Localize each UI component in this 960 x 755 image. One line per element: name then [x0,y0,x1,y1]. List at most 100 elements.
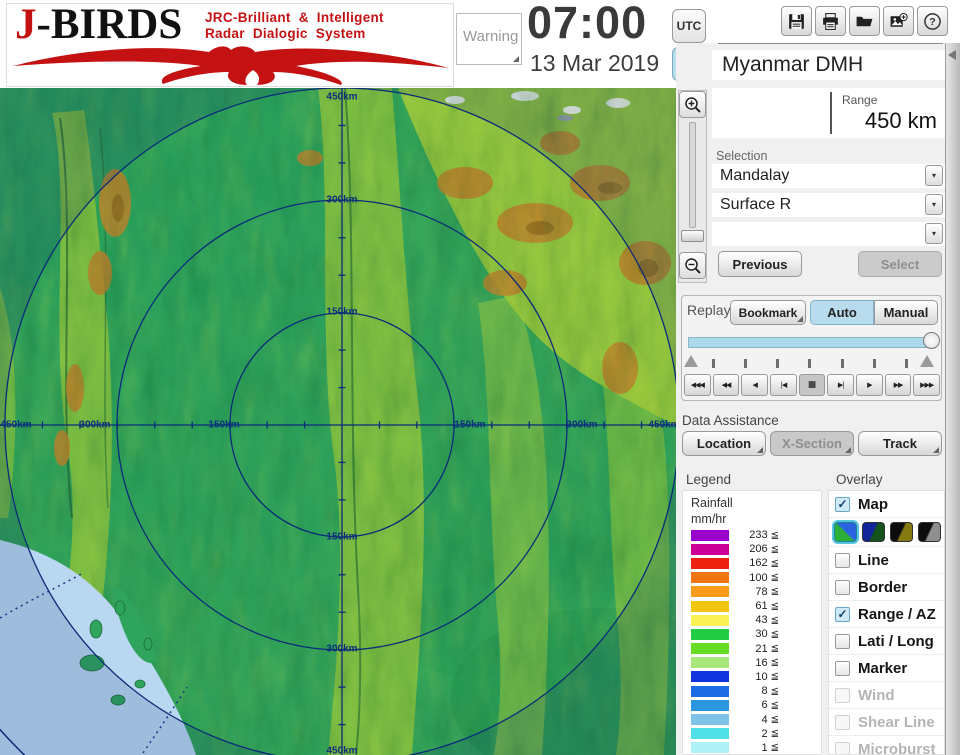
map-style-1[interactable] [862,522,885,542]
print-button[interactable] [815,6,846,36]
zoom-in-button[interactable] [679,91,706,118]
selection-label: Selection [716,149,768,163]
overlay-item-label: Wind [858,686,895,704]
legend-row: 21 ≦ [683,642,821,656]
range-divider [830,92,832,134]
warning-selector[interactable]: Warning [456,13,522,65]
overlay-item-lati-long[interactable]: Lati / Long [829,627,944,654]
select-button[interactable]: Select [858,251,942,277]
radar-map[interactable]: 450km 300km 150km 150km 300km 450km 450km 300km… [0,88,676,755]
data-assistance-label: Data Assistance [682,413,779,428]
jump-end-button[interactable]: ▶▶▶ [913,374,941,396]
clock-time: 07:00 [527,0,648,48]
help-button[interactable]: ? [917,6,948,36]
selection-dropdown-0[interactable]: Mandalay ▾ [712,164,945,188]
bookmark-button[interactable]: Bookmark [730,300,806,325]
less-equal-symbol: ≦ [770,572,779,584]
legend-row: 30 ≦ [683,627,821,641]
map-style-0[interactable] [834,522,857,542]
zoom-out-button[interactable] [679,252,706,279]
replay-slider-thumb[interactable] [923,332,940,349]
warning-label: Warning [463,28,519,45]
previous-button[interactable]: Previous [718,251,802,277]
overlay-label: Overlay [836,472,883,487]
ring-label: 450km [648,419,676,431]
less-equal-symbol: ≦ [770,714,779,726]
map-style-2[interactable] [890,522,913,542]
save-button[interactable] [781,6,812,36]
overlay-item-border[interactable]: Border [829,573,944,600]
open-folder-button[interactable] [849,6,880,36]
legend-value: 100 [749,571,768,584]
play-reverse-button[interactable]: ◀ [741,374,769,396]
legend-panel: Rainfall mm/hr 233 ≦ 206 ≦ 162 ≦ 100 ≦ 78 ≦ 61 ≦ 43 ≦… [682,490,822,755]
overlay-item-line[interactable]: Line [829,546,944,573]
legend-color-swatch [691,657,729,669]
replay-label: Replay [687,302,731,318]
legend-row: 100 ≦ [683,571,821,585]
corner-fold-icon [845,447,851,453]
legend-color-swatch [691,714,729,726]
timezone-utc-button[interactable]: UTC [672,9,706,43]
track-button[interactable]: Track [858,431,942,456]
slider-tick [872,358,876,368]
checkbox[interactable] [835,660,850,676]
legend-title: Rainfall mm/hr [691,496,733,526]
legend-value: 10 [755,670,768,683]
corner-fold-icon [933,447,939,453]
chevron-down-icon[interactable]: ▾ [925,223,943,244]
range-label: Range [842,93,878,107]
overlay-item-label: Shear Line [858,713,935,731]
slider-tick [808,358,812,368]
legend-value: 4 [761,713,768,726]
legend-value: 21 [755,642,768,655]
less-equal-symbol: ≦ [770,543,779,555]
legend-row: 10 ≦ [683,670,821,684]
replay-slider-ticks [712,358,908,368]
panel-edge-strip[interactable] [945,43,960,755]
checkbox[interactable]: ✓ [835,606,850,622]
legend-row: 61 ≦ [683,599,821,613]
manual-button[interactable]: Manual [874,300,938,325]
chevron-down-icon[interactable]: ▾ [925,194,943,215]
replay-slider-track[interactable] [688,337,934,348]
jump-start-button[interactable]: ◀◀◀ [684,374,711,396]
chevron-down-icon[interactable]: ▾ [925,165,943,186]
add-image-button[interactable] [883,6,914,36]
overlay-item-range-az[interactable]: ✓ Range / AZ [829,600,944,627]
legend-row: 206 ≦ [683,542,821,556]
less-equal-symbol: ≦ [770,742,779,754]
overlay-item-marker[interactable]: Marker [829,654,944,681]
map-style-options [829,517,944,546]
step-back-button[interactable]: |◀ [770,374,797,396]
zoom-slider-thumb[interactable] [681,230,704,242]
panel-collapse-icon[interactable] [948,50,956,60]
map-style-3[interactable] [918,522,941,542]
overlay-item-map[interactable]: ✓ Map [829,491,944,517]
x-section-button[interactable]: X-Section [770,431,854,456]
slider-tick [776,358,780,368]
location-button[interactable]: Location [682,431,766,456]
checkbox[interactable] [835,687,850,703]
checkbox[interactable] [835,714,850,730]
zoom-slider-track[interactable] [689,122,696,228]
overlay-item-label: Microburst [858,740,936,755]
overlay-item-label: Line [858,551,889,569]
fast-rewind-button[interactable]: ◀◀ [712,374,740,396]
legend-row: 16 ≦ [683,656,821,670]
checkbox[interactable]: ✓ [835,496,850,512]
selection-dropdown-1[interactable]: Surface R ▾ [712,193,945,217]
step-forward-button[interactable]: ▶| [827,374,855,396]
overlay-item-label: Lati / Long [858,632,934,650]
checkbox[interactable] [835,633,850,649]
ring-label: 150km [326,531,358,543]
stop-button[interactable]: ■ [798,374,826,396]
checkbox[interactable] [835,579,850,595]
legend-value: 162 [749,557,768,570]
checkbox[interactable] [835,741,850,754]
checkbox[interactable] [835,552,850,568]
auto-button[interactable]: Auto [810,300,874,325]
play-button[interactable]: ▶ [856,374,883,396]
selection-dropdown-2[interactable]: ▾ [712,222,945,246]
fast-forward-button[interactable]: ▶▶ [884,374,912,396]
